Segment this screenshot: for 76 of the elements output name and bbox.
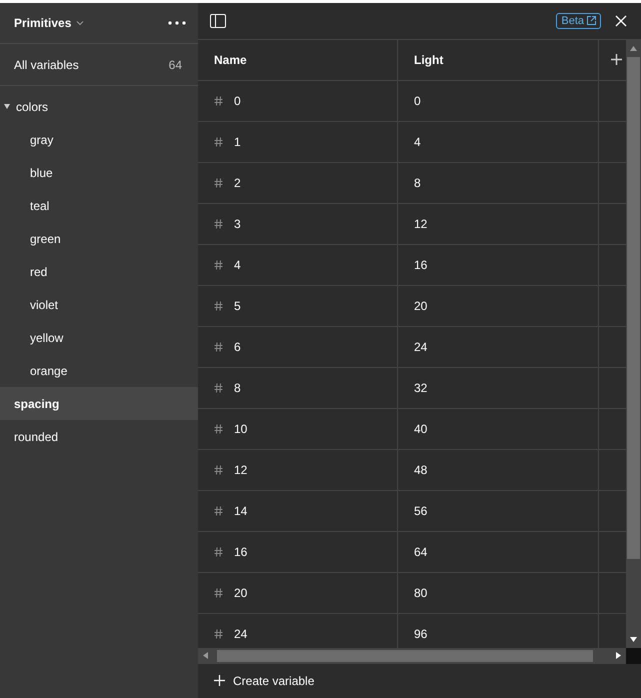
expand-triangle-icon: [4, 104, 10, 109]
group-label: colors: [16, 100, 48, 114]
scroll-up-icon[interactable]: [630, 46, 637, 51]
all-variables-label: All variables: [14, 58, 79, 72]
sidebar-item[interactable]: teal: [0, 189, 198, 222]
variable-name: 14: [234, 504, 248, 518]
collection-dropdown[interactable]: Primitives: [14, 16, 84, 30]
sidebar-item[interactable]: spacing: [0, 387, 198, 420]
chevron-down-icon: [76, 20, 84, 26]
variable-name: 16: [234, 544, 248, 559]
variable-value: 56: [414, 504, 428, 518]
variable-name: 5: [234, 298, 241, 313]
variable-name: 4: [234, 258, 241, 272]
number-type-icon: [214, 136, 223, 147]
variable-value: 4: [414, 134, 421, 149]
sidebar-item[interactable]: violet: [0, 288, 198, 321]
variable-value: 16: [414, 258, 428, 272]
close-icon[interactable]: [615, 14, 627, 27]
number-type-icon: [214, 506, 223, 516]
more-icon[interactable]: [168, 21, 186, 25]
number-type-icon: [214, 382, 223, 393]
scroll-down-icon[interactable]: [630, 636, 637, 642]
variable-value: 40: [414, 422, 428, 436]
variable-value: 96: [414, 626, 428, 641]
scroll-left-icon[interactable]: [203, 652, 208, 660]
variable-name: 20: [234, 586, 248, 600]
number-type-icon: [214, 178, 223, 188]
column-header: Light: [398, 40, 599, 80]
variable-value: 24: [414, 340, 428, 354]
variable-value: 8: [414, 176, 421, 190]
plus-icon: [214, 675, 225, 686]
number-type-icon: [214, 260, 223, 270]
add-column-icon[interactable]: [611, 54, 622, 66]
variable-count: 64: [168, 58, 182, 72]
sidebar-item[interactable]: blue: [0, 156, 198, 189]
variable-name: 6: [234, 340, 241, 354]
sidebar-item[interactable]: red: [0, 255, 198, 288]
variable-name: 3: [234, 216, 241, 231]
variable-value: 20: [414, 298, 428, 313]
variable-name: 10: [234, 422, 248, 436]
external-link-icon: [587, 16, 596, 26]
sidebar-item[interactable]: yellow: [0, 321, 198, 354]
sidebar-toggle-icon[interactable]: [210, 14, 226, 28]
variable-name: 2: [234, 176, 241, 190]
variable-name: 1: [234, 134, 241, 149]
variable-name: 12: [234, 462, 248, 477]
create-variable-button[interactable]: Create variable: [214, 674, 314, 688]
variable-name: 0: [234, 94, 241, 108]
variable-value: 48: [414, 462, 428, 477]
sidebar-item[interactable]: orange: [0, 354, 198, 387]
number-type-icon: [214, 424, 223, 434]
variable-value: 80: [414, 586, 428, 600]
number-type-icon: [214, 588, 223, 598]
tree-group[interactable]: colors: [0, 90, 198, 123]
scrollbar-corner: [626, 648, 641, 664]
vertical-scrollbar[interactable]: [626, 40, 641, 648]
variable-name: 24: [234, 626, 248, 641]
sidebar-item[interactable]: rounded: [0, 420, 198, 453]
number-type-icon: [214, 546, 223, 557]
number-type-icon: [214, 342, 223, 352]
scroll-right-icon[interactable]: [616, 652, 621, 660]
variable-value: 32: [414, 380, 428, 395]
sidebar-item[interactable]: gray: [0, 123, 198, 156]
number-type-icon: [214, 628, 223, 639]
sidebar-item[interactable]: green: [0, 222, 198, 255]
horizontal-scrollbar[interactable]: [198, 648, 626, 664]
number-type-icon: [214, 218, 223, 229]
variable-value: 64: [414, 544, 428, 559]
beta-badge[interactable]: Beta: [556, 12, 601, 29]
variable-value: 12: [414, 216, 428, 231]
variable-value: 0: [414, 94, 421, 108]
number-type-icon: [214, 300, 223, 311]
number-type-icon: [214, 96, 223, 106]
number-type-icon: [214, 464, 223, 475]
variable-name: 8: [234, 380, 241, 395]
column-header: Name: [198, 40, 398, 80]
